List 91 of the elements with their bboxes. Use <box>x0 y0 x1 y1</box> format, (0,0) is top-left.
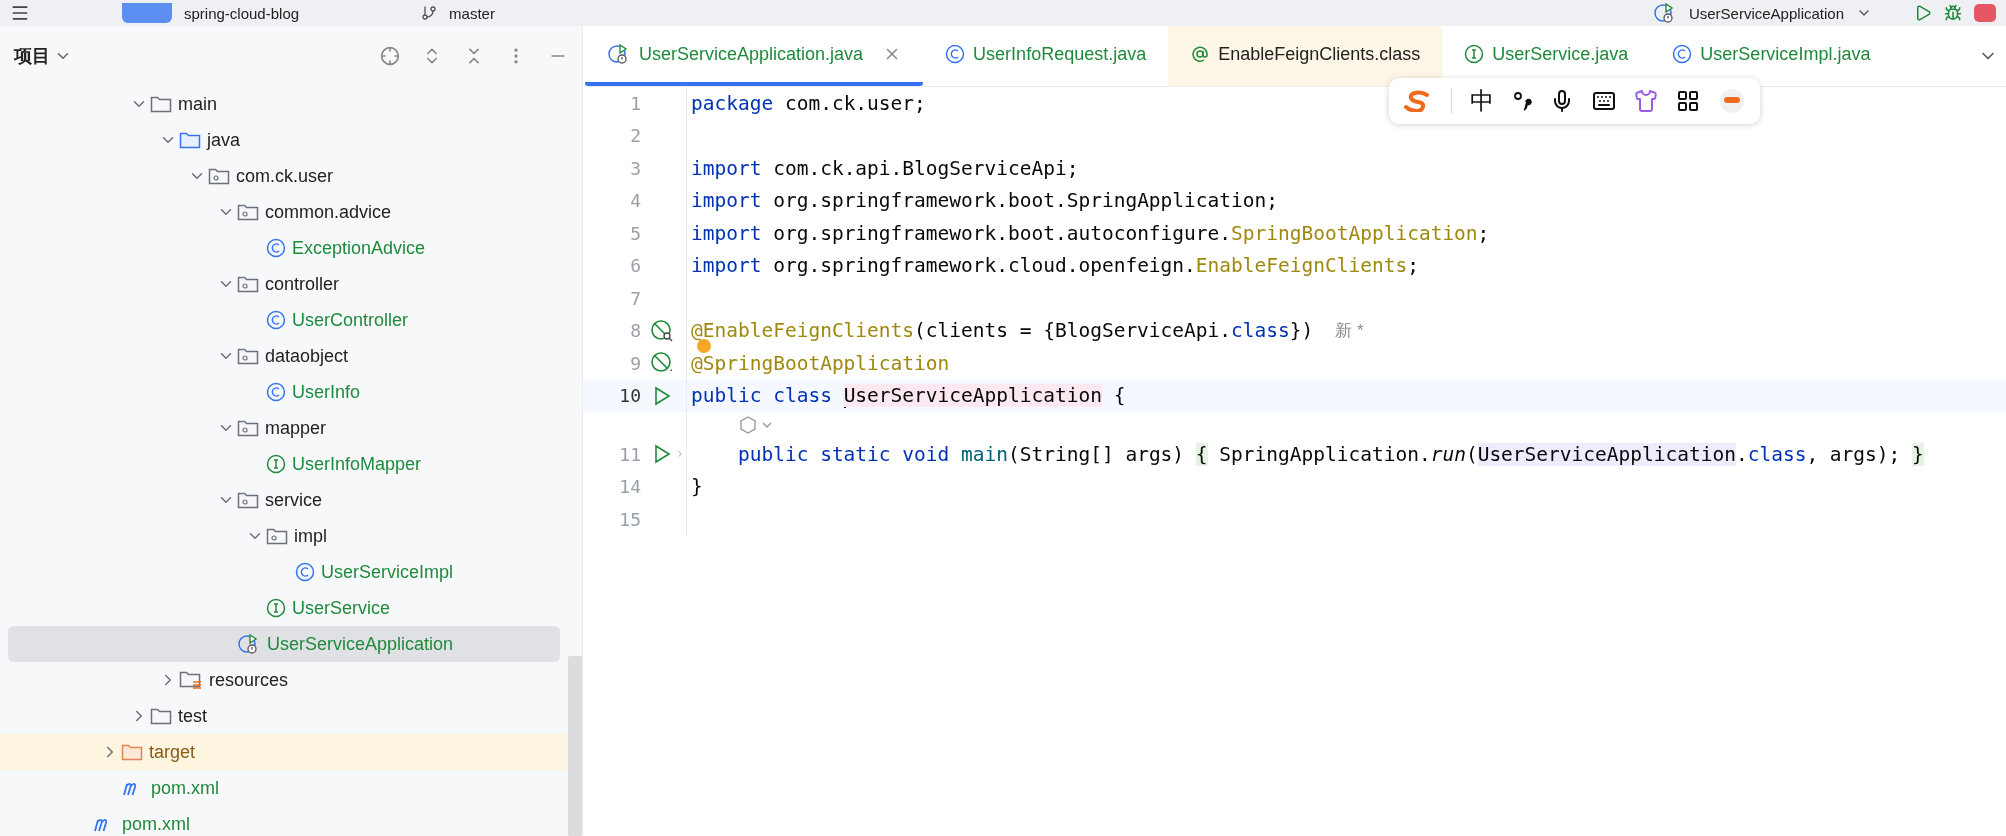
tree-item[interactable]: mapper <box>0 410 568 446</box>
line-number: 2 <box>629 125 641 147</box>
stop-icon[interactable] <box>1974 4 1996 22</box>
package-icon <box>237 419 259 437</box>
code-line: public static void main(String[] args) { SpringApplication.run(UserServiceApplication.class, args); } <box>736 442 1924 466</box>
annotation-icon <box>1190 44 1211 64</box>
folder-icon <box>121 743 143 761</box>
tree-item[interactable]: com.ck.user <box>0 158 568 194</box>
class-icon <box>945 44 966 64</box>
line-number: 10 <box>618 385 641 407</box>
line-number: 5 <box>629 222 641 244</box>
run-icon[interactable] <box>653 444 671 465</box>
interface-icon <box>1464 44 1485 64</box>
project-badge <box>122 3 172 23</box>
line-number: 3 <box>629 157 641 179</box>
class-icon <box>266 238 286 258</box>
code-line: @SpringBootApplication <box>687 351 950 375</box>
run-config-name[interactable]: UserServiceApplication <box>1688 4 1844 22</box>
tree-item[interactable]: UserService <box>0 590 568 626</box>
punctuation-icon[interactable] <box>1512 89 1532 113</box>
code-line: public class UserServiceApplication { <box>690 384 1126 408</box>
line-number: 15 <box>618 508 641 530</box>
tree-item[interactable]: ExceptionAdvice <box>0 230 568 266</box>
project-name[interactable]: spring-cloud-blog <box>184 4 300 22</box>
package-icon <box>266 527 288 545</box>
tree-item[interactable]: impl <box>0 518 568 554</box>
line-number: 9 <box>629 352 641 374</box>
tree-item[interactable]: UserInfoMapper <box>0 446 568 482</box>
editor-tab[interactable]: UserServiceApplication.java <box>585 26 924 86</box>
line-number: 4 <box>629 190 641 212</box>
package-icon <box>237 491 259 509</box>
tree-item[interactable]: UserController <box>0 302 568 338</box>
tree-item[interactable]: pom.xml <box>0 770 568 806</box>
line-number: 14 <box>618 476 641 498</box>
branch-name[interactable]: master <box>449 4 495 22</box>
tree-item[interactable]: pom.xml <box>0 806 568 836</box>
grid-icon[interactable] <box>1676 89 1700 113</box>
run-icon[interactable] <box>653 385 671 406</box>
code-line: import org.springframework.boot.SpringApplication; <box>690 189 1278 213</box>
editor-tab[interactable]: UserInfoRequest.java <box>923 26 1169 86</box>
line-number: 6 <box>629 255 641 277</box>
code-line: @EnableFeignClients(clients = {BlogServiceApi.class}) <box>690 319 1314 343</box>
keyboard-icon[interactable] <box>1592 89 1616 113</box>
tree-item[interactable]: resources <box>0 662 568 698</box>
code-line: import com.ck.api.BlogServiceApi; <box>690 156 1079 180</box>
tree-item[interactable]: common.advice <box>0 194 568 230</box>
tree-item[interactable]: UserServiceImpl <box>0 554 568 590</box>
tree-item[interactable]: target <box>0 734 568 770</box>
folder-icon <box>150 95 172 113</box>
class-icon <box>295 562 315 582</box>
code-line: import org.springframework.boot.autoconfigure.SpringBootApplication; <box>690 221 1490 245</box>
code-line: import org.springframework.cloud.openfeign.EnableFeignClients; <box>690 254 1419 278</box>
interface-icon <box>266 598 286 618</box>
class-icon <box>266 310 286 330</box>
panel-title[interactable]: 项目 <box>14 44 72 68</box>
tree-item[interactable]: test <box>0 698 568 734</box>
skin-icon[interactable] <box>1634 89 1658 113</box>
package-icon <box>208 167 230 185</box>
code-line: package com.ck.user; <box>690 91 926 115</box>
class-icon <box>266 382 286 402</box>
editor-tab[interactable]: UserServiceImpl.java <box>1650 26 1893 86</box>
package-icon <box>237 275 259 293</box>
interface-icon <box>266 454 286 474</box>
package-icon <box>237 347 259 365</box>
debug-icon[interactable] <box>1944 4 1962 22</box>
resources-folder-icon <box>179 670 203 690</box>
run-icon[interactable] <box>1914 4 1932 22</box>
editor-tab[interactable]: UserService.java <box>1442 26 1651 86</box>
line-number: 8 <box>629 320 641 342</box>
code-line: } <box>690 475 703 499</box>
scrollbar-thumb[interactable] <box>568 656 582 836</box>
tree-item[interactable]: dataobject <box>0 338 568 374</box>
editor-tab[interactable]: EnableFeignClients.class <box>1168 26 1443 86</box>
author-hint[interactable]: 新 * <box>1335 319 1364 343</box>
menu-icon[interactable] <box>10 3 30 23</box>
input-mode[interactable]: 中 <box>1470 85 1494 117</box>
line-number: 11 <box>618 443 641 465</box>
class-icon <box>1672 44 1693 64</box>
folder-icon <box>179 131 201 149</box>
tree-item[interactable]: java <box>0 122 568 158</box>
tree-item[interactable]: main <box>0 86 568 122</box>
folder-icon <box>150 707 172 725</box>
line-number: 1 <box>629 92 641 114</box>
tree-item[interactable]: service <box>0 482 568 518</box>
locate-icon[interactable] <box>380 46 400 66</box>
tree-item[interactable]: controller <box>0 266 568 302</box>
package-icon <box>237 203 259 221</box>
bean-icon[interactable] <box>650 318 674 343</box>
line-number: 7 <box>629 287 641 309</box>
tree-item[interactable]: UserInfo <box>0 374 568 410</box>
branch-icon <box>421 5 438 21</box>
